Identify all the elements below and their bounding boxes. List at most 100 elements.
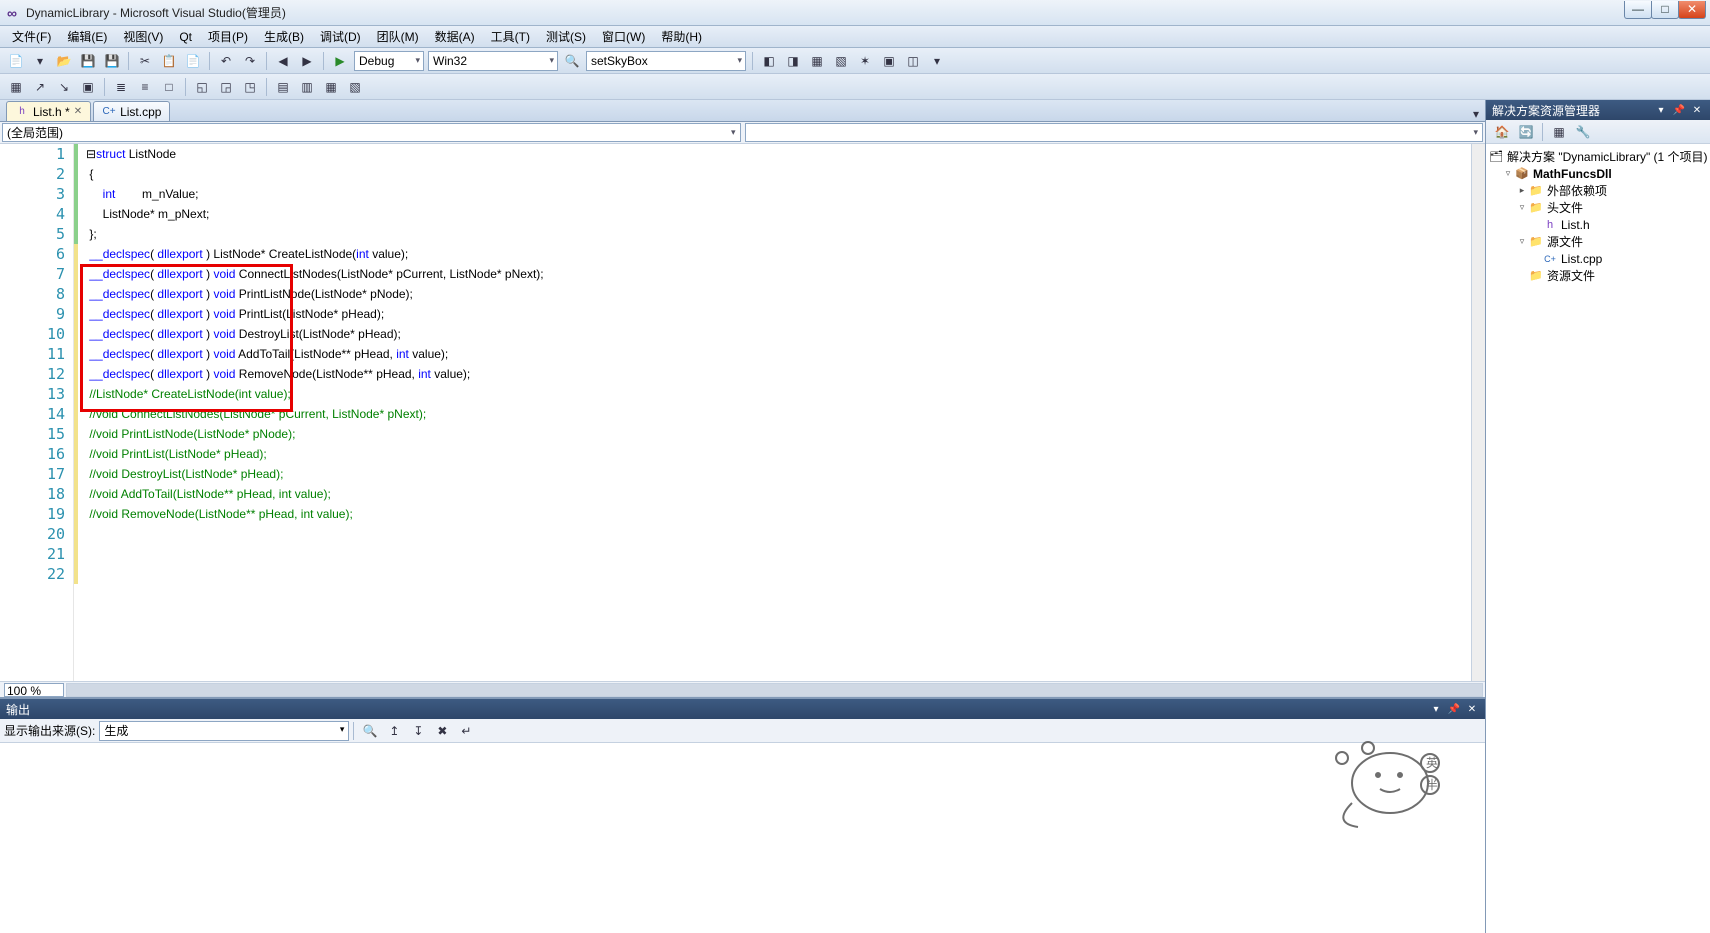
tab-overflow-button[interactable]: ▾ xyxy=(1467,107,1485,121)
file-tab-List-cpp[interactable]: C+List.cpp xyxy=(93,101,170,121)
platform-combo[interactable]: Win32 xyxy=(428,51,558,71)
se-pin-button[interactable]: 📌 xyxy=(1672,103,1686,117)
ext-2-button[interactable]: ◨ xyxy=(782,50,804,72)
cut-button[interactable]: ✂ xyxy=(134,50,156,72)
scope-right-combo[interactable] xyxy=(745,123,1484,142)
se-close-button[interactable]: ✕ xyxy=(1690,103,1704,117)
solution-node[interactable]: 🗂 解决方案 "DynamicLibrary" (1 个项目) xyxy=(1488,148,1708,165)
mascot-doodle: 英 半 xyxy=(1320,723,1440,833)
se-home-button[interactable]: 🏠 xyxy=(1491,121,1513,143)
output-prev-button[interactable]: ↥ xyxy=(383,720,405,742)
tb2-2[interactable]: ↗ xyxy=(29,76,51,98)
save-all-button[interactable]: 💾 xyxy=(101,50,123,72)
menu-item-1[interactable]: 编辑(E) xyxy=(59,26,115,47)
file-icon: C+ xyxy=(102,105,116,119)
tb2-3[interactable]: ↘ xyxy=(53,76,75,98)
output-close-button[interactable]: ✕ xyxy=(1465,702,1479,716)
zoom-combo[interactable]: 100 % xyxy=(4,683,64,697)
maximize-button[interactable]: □ xyxy=(1651,1,1679,19)
menu-item-8[interactable]: 数据(A) xyxy=(427,26,483,47)
tb2-9[interactable]: ◲ xyxy=(215,76,237,98)
output-title-bar: 输出 ▾ 📌 ✕ xyxy=(0,699,1485,719)
menu-item-4[interactable]: 项目(P) xyxy=(200,26,256,47)
undo-button[interactable]: ↶ xyxy=(215,50,237,72)
menu-item-2[interactable]: 视图(V) xyxy=(115,26,171,47)
output-next-button[interactable]: ↧ xyxy=(407,720,429,742)
tb2-8[interactable]: ◱ xyxy=(191,76,213,98)
tb2-1[interactable]: ▦ xyxy=(5,76,27,98)
expander-icon[interactable]: ▿ xyxy=(1502,168,1514,179)
tb2-11[interactable]: ▤ xyxy=(272,76,294,98)
ext-3-button[interactable]: ▦ xyxy=(806,50,828,72)
tb2-14[interactable]: ▧ xyxy=(344,76,366,98)
output-wrap-button[interactable]: ↵ xyxy=(455,720,477,742)
menu-item-3[interactable]: Qt xyxy=(171,28,200,46)
minimize-button[interactable]: — xyxy=(1624,1,1652,19)
code-editor[interactable]: 12345678910111213141516171819202122 ⊟str… xyxy=(0,144,1485,698)
menu-item-0[interactable]: 文件(F) xyxy=(4,26,59,47)
ext-4-button[interactable]: ▧ xyxy=(830,50,852,72)
se-showall-button[interactable]: ▦ xyxy=(1548,121,1570,143)
menu-item-9[interactable]: 工具(T) xyxy=(483,26,538,47)
menu-item-11[interactable]: 窗口(W) xyxy=(594,26,653,47)
menu-item-12[interactable]: 帮助(H) xyxy=(653,26,710,47)
add-item-button[interactable]: ▾ xyxy=(29,50,51,72)
svg-text:英: 英 xyxy=(1426,756,1438,770)
tb2-5[interactable]: ≣ xyxy=(110,76,132,98)
find-combo[interactable]: setSkyBox xyxy=(586,51,746,71)
copy-button[interactable]: 📋 xyxy=(158,50,180,72)
folder-headers[interactable]: ▿ 📁 头文件 xyxy=(1488,199,1708,216)
output-body[interactable] xyxy=(0,743,1485,933)
h-file-icon: h xyxy=(1542,217,1558,233)
find-in-files-button[interactable]: 🔍 xyxy=(561,50,583,72)
folder-icon: 📁 xyxy=(1528,234,1544,250)
nav-back-button[interactable]: ◀ xyxy=(272,50,294,72)
menu-item-7[interactable]: 团队(M) xyxy=(369,26,427,47)
tb2-12[interactable]: ▥ xyxy=(296,76,318,98)
file-header-item[interactable]: h List.h xyxy=(1488,216,1708,233)
project-node[interactable]: ▿ 📦 MathFuncsDll xyxy=(1488,165,1708,182)
ext-6-button[interactable]: ▣ xyxy=(878,50,900,72)
folder-sources[interactable]: ▿ 📁 源文件 xyxy=(1488,233,1708,250)
ext-7-button[interactable]: ◫ xyxy=(902,50,924,72)
solution-tree[interactable]: 🗂 解决方案 "DynamicLibrary" (1 个项目) ▿ 📦 Math… xyxy=(1486,144,1710,933)
se-dropdown-button[interactable]: ▾ xyxy=(1654,103,1668,117)
tb2-7[interactable]: □ xyxy=(158,76,180,98)
tb2-6[interactable]: ≡ xyxy=(134,76,156,98)
file-source-item[interactable]: C+ List.cpp xyxy=(1488,250,1708,267)
output-goto-button[interactable]: 🔍 xyxy=(359,720,381,742)
menu-item-5[interactable]: 生成(B) xyxy=(256,26,312,47)
folder-external-deps[interactable]: ▸ 📁 外部依赖项 xyxy=(1488,182,1708,199)
open-button[interactable]: 📂 xyxy=(53,50,75,72)
editor-hscrollbar[interactable] xyxy=(66,683,1483,697)
output-dropdown-button[interactable]: ▾ xyxy=(1429,702,1443,716)
se-properties-button[interactable]: 🔧 xyxy=(1572,121,1594,143)
editor-vscrollbar[interactable] xyxy=(1471,144,1485,683)
start-debug-button[interactable]: ▶ xyxy=(329,50,351,72)
ext-5-button[interactable]: ✶ xyxy=(854,50,876,72)
menu-item-10[interactable]: 测试(S) xyxy=(538,26,594,47)
annotation-highlight-box xyxy=(80,264,293,412)
file-tab-List-h[interactable]: hList.h *✕ xyxy=(6,101,91,121)
tb2-13[interactable]: ▦ xyxy=(320,76,342,98)
output-source-combo[interactable]: 生成 xyxy=(99,721,349,741)
scope-left-combo[interactable]: (全局范围) xyxy=(2,123,741,142)
toolbar-secondary: ▦ ↗ ↘ ▣ ≣ ≡ □ ◱ ◲ ◳ ▤ ▥ ▦ ▧ xyxy=(0,74,1710,100)
save-button[interactable]: 💾 xyxy=(77,50,99,72)
nav-fwd-button[interactable]: ▶ xyxy=(296,50,318,72)
menu-item-6[interactable]: 调试(D) xyxy=(312,26,369,47)
ext-8-button[interactable]: ▾ xyxy=(926,50,948,72)
close-button[interactable]: ✕ xyxy=(1678,1,1706,19)
output-clear-button[interactable]: ✖ xyxy=(431,720,453,742)
folder-resources[interactable]: 📁 资源文件 xyxy=(1488,267,1708,284)
config-combo[interactable]: Debug xyxy=(354,51,424,71)
tab-close-icon[interactable]: ✕ xyxy=(74,106,82,117)
tb2-4[interactable]: ▣ xyxy=(77,76,99,98)
ext-1-button[interactable]: ◧ xyxy=(758,50,780,72)
redo-button[interactable]: ↷ xyxy=(239,50,261,72)
paste-button[interactable]: 📄 xyxy=(182,50,204,72)
tb2-10[interactable]: ◳ xyxy=(239,76,261,98)
output-pin-button[interactable]: 📌 xyxy=(1447,702,1461,716)
new-project-button[interactable]: 📄 xyxy=(5,50,27,72)
se-refresh-button[interactable]: 🔄 xyxy=(1515,121,1537,143)
